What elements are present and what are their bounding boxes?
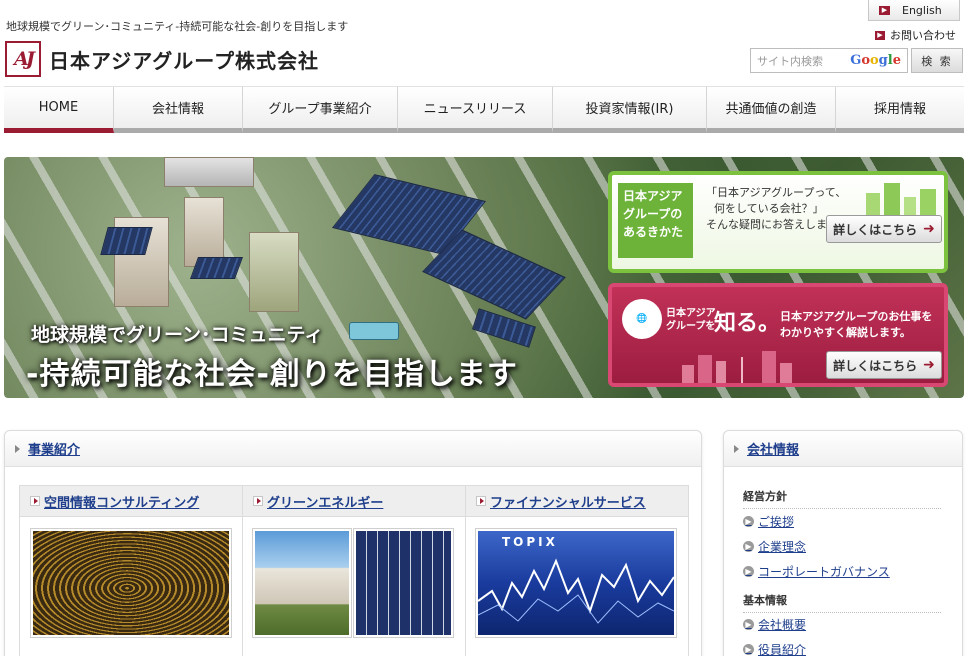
- triangle-right-icon: [734, 444, 739, 453]
- arrow-right-icon: [30, 496, 40, 506]
- nav-news[interactable]: ニュースリリース: [398, 87, 553, 133]
- business-section: 事業紹介 空間情報コンサルティング グリーンエネルギー ファイナンシャルサービス: [4, 430, 702, 656]
- hero-line2: -持続可能な社会-創りを目指します: [26, 357, 518, 392]
- know-label-small: 日本アジア グループを: [666, 307, 716, 333]
- business-section-title[interactable]: 事業紹介: [28, 439, 80, 458]
- more-button-label: 詳しくはこちら: [833, 358, 918, 373]
- solar-photo: [356, 531, 451, 635]
- nav-recruit[interactable]: 採用情報: [836, 87, 964, 133]
- city-skyline-icon: [682, 351, 792, 383]
- message-line: わかりやすく解説します。: [780, 326, 911, 339]
- about-group-more-button[interactable]: 詳しくはこちら ➜: [826, 215, 942, 243]
- circle-arrow-icon: ▶: [743, 619, 754, 630]
- message-line: 「日本アジアグループって、: [706, 186, 847, 199]
- tunnel-image[interactable]: [30, 528, 232, 638]
- business-section-header: 事業紹介: [5, 431, 701, 467]
- english-link-label: English: [902, 3, 942, 17]
- company-info-panel: 会社情報 経営方針 ▶ ご挨拶 ▶ 企業理念 ▶ コーポレートガバナンス 基本情…: [723, 430, 963, 656]
- circle-arrow-icon: ▶: [743, 644, 754, 655]
- arrow-right-icon: ▶: [875, 30, 885, 40]
- nav-group-business[interactable]: グループ事業紹介: [243, 87, 398, 133]
- about-group-card[interactable]: 日本アジア グループの あるきかた 「日本アジアグループって、 何をしている会社…: [608, 171, 948, 273]
- topix-photo: TOPIX: [478, 531, 674, 635]
- group-basic-info: 基本情報: [743, 592, 941, 613]
- globe-magnifier-icon: 🌐: [622, 299, 662, 339]
- label-line: 日本アジア: [666, 308, 716, 319]
- company-name: 日本アジアグループ株式会社: [49, 48, 319, 73]
- nav-ir[interactable]: 投資家情報(IR): [553, 87, 707, 133]
- business-green-energy-link[interactable]: グリーンエネルギー: [267, 492, 383, 511]
- arrow-right-icon: [476, 496, 486, 506]
- message-line: 日本アジアグループのお仕事を: [780, 310, 933, 323]
- business-financial-link[interactable]: ファイナンシャルサービス: [490, 492, 646, 511]
- nav-home[interactable]: HOME: [4, 87, 114, 133]
- global-nav: HOME 会社情報 グループ事業紹介 ニュースリリース 投資家情報(IR) 共通…: [4, 86, 964, 133]
- link-officers[interactable]: ▶ 役員紹介: [743, 641, 806, 656]
- site-tagline: 地球規模でグリーン･コミュニティ-持続可能な社会-創りを目指します: [6, 20, 349, 33]
- company-logo[interactable]: AJ 日本アジアグループ株式会社: [5, 41, 319, 77]
- business-geospatial-link[interactable]: 空間情報コンサルティング: [44, 492, 199, 511]
- know-group-message: 日本アジアグループのお仕事を わかりやすく解説します。: [780, 309, 932, 341]
- label-line: グループを: [666, 321, 716, 332]
- circle-arrow-icon: ▶: [743, 566, 754, 577]
- solar-panel: [189, 257, 244, 279]
- hero-banner: 地球規模でグリーン･コミュニティ -持続可能な社会-創りを目指します 日本アジア…: [4, 157, 964, 398]
- site-search-input[interactable]: サイト内検索 Google: [750, 48, 908, 73]
- link-company-overview[interactable]: ▶ 会社概要: [743, 616, 806, 633]
- badge-line: 日本アジア: [623, 189, 683, 203]
- contact-link[interactable]: ▶ お問い合わせ: [875, 27, 956, 43]
- link-label: ご挨拶: [758, 515, 795, 529]
- badge-line: グループの: [623, 207, 683, 221]
- tunnel-photo: [33, 531, 229, 635]
- company-info-title[interactable]: 会社情報: [747, 439, 799, 458]
- building-model: [164, 157, 254, 187]
- search-placeholder: サイト内検索: [757, 54, 823, 68]
- circle-arrow-icon: ▶: [743, 516, 754, 527]
- solar-panel: [100, 227, 153, 255]
- about-group-badge: 日本アジア グループの あるきかた: [618, 183, 693, 258]
- stock-chart-icon: [478, 558, 674, 624]
- know-label-big: 知る。: [714, 311, 781, 336]
- bus-model: [349, 322, 399, 340]
- arrow-right-icon: ▶: [879, 5, 890, 15]
- triangle-right-icon: [15, 444, 20, 453]
- nav-csv[interactable]: 共通価値の創造: [707, 87, 836, 133]
- know-group-card[interactable]: 🌐 日本アジア グループを 知る。 日本アジアグループのお仕事を わかりやすく解…: [608, 283, 948, 387]
- solar-image[interactable]: [353, 528, 454, 638]
- search-button[interactable]: 検 索: [911, 48, 963, 73]
- arrow-right-icon: ➜: [923, 357, 935, 373]
- link-label: コーポレートガバナンス: [758, 565, 890, 579]
- arrow-right-icon: [253, 496, 263, 506]
- hero-line1: 地球規模でグリーン･コミュニティ: [31, 324, 324, 346]
- business-col-header: グリーンエネルギー: [243, 486, 465, 517]
- nav-company[interactable]: 会社情報: [114, 87, 243, 133]
- link-governance[interactable]: ▶ コーポレートガバナンス: [743, 563, 890, 580]
- link-greeting[interactable]: ▶ ご挨拶: [743, 513, 794, 530]
- more-button-label: 詳しくはこちら: [833, 222, 918, 237]
- logo-mark-icon: AJ: [5, 41, 41, 77]
- topix-image[interactable]: TOPIX: [475, 528, 677, 638]
- link-philosophy[interactable]: ▶ 企業理念: [743, 538, 806, 555]
- city-skyline-icon: [866, 183, 936, 219]
- link-label: 会社概要: [758, 618, 807, 632]
- company-info-header: 会社情報: [724, 431, 962, 467]
- group-management-policy: 経営方針: [743, 488, 941, 509]
- business-col-header: 空間情報コンサルティング: [20, 486, 242, 517]
- arrow-right-icon: ➜: [923, 221, 935, 237]
- english-link[interactable]: ▶ English: [868, 0, 960, 21]
- link-label: 役員紹介: [758, 643, 807, 656]
- link-label: 企業理念: [758, 540, 807, 554]
- building-model: [249, 232, 299, 312]
- know-group-more-button[interactable]: 詳しくはこちら ➜: [826, 351, 942, 379]
- business-col-header: ファイナンシャルサービス: [466, 486, 688, 517]
- google-logo: Google: [850, 53, 901, 68]
- circle-arrow-icon: ▶: [743, 541, 754, 552]
- house-image[interactable]: [252, 528, 352, 638]
- badge-line: あるきかた: [623, 225, 684, 239]
- house-photo: [255, 531, 349, 635]
- contact-link-label: お問い合わせ: [890, 29, 956, 42]
